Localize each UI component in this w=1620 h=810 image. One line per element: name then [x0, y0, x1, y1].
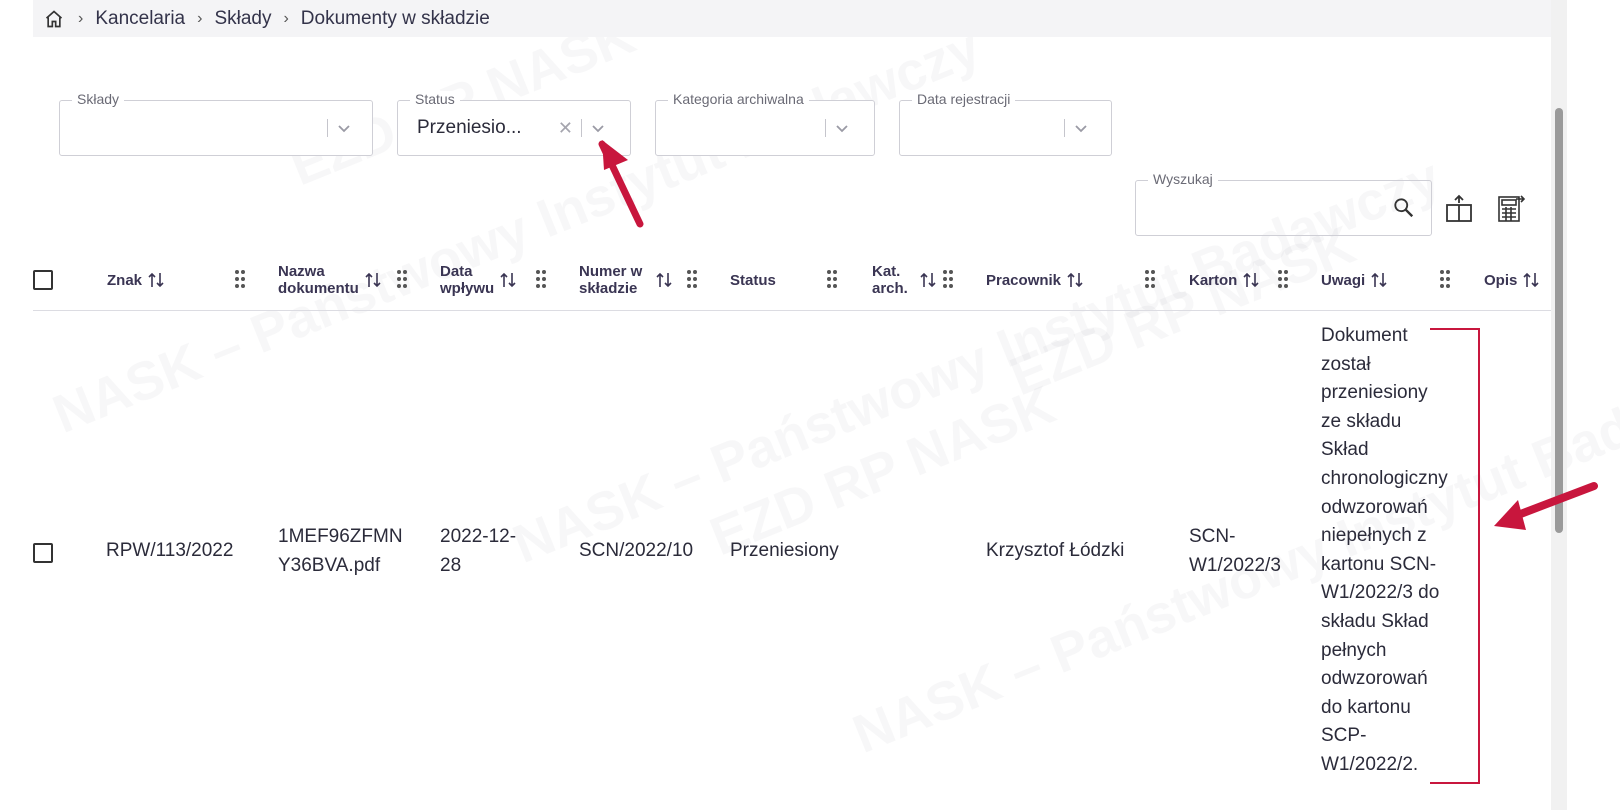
- chevron-down-icon[interactable]: [336, 120, 352, 136]
- sort-icon[interactable]: [1243, 271, 1259, 289]
- sort-icon[interactable]: [656, 271, 672, 289]
- column-header-label: Opis: [1484, 271, 1518, 289]
- drag-handle-icon[interactable]: [1145, 269, 1155, 289]
- status-select[interactable]: Status Przeniesio... ✕: [397, 91, 631, 156]
- column-header-znak[interactable]: Znak: [107, 250, 164, 310]
- sort-icon[interactable]: [500, 271, 516, 289]
- calculator-export-icon[interactable]: [1496, 193, 1526, 223]
- row-checkbox[interactable]: [33, 543, 53, 563]
- drag-handle-icon[interactable]: [397, 269, 407, 289]
- cell-znak: RPW/113/2022: [106, 540, 234, 561]
- sort-icon[interactable]: [920, 271, 936, 289]
- drag-handle-icon[interactable]: [1278, 269, 1288, 289]
- watermark: EZD RP NASK: [1002, 214, 1364, 408]
- breadcrumb-separator: ›: [283, 9, 289, 27]
- cell-pracownik: Krzysztof Łódzki: [986, 540, 1125, 561]
- sort-icon[interactable]: [365, 271, 381, 289]
- drag-handle-icon[interactable]: [687, 269, 697, 289]
- watermark: NASK – Państwowy Instytut Badawczy: [44, 17, 989, 445]
- column-header-label: Uwagi: [1321, 271, 1366, 289]
- column-header-label: Pracownik: [986, 271, 1062, 289]
- column-header-uwagi[interactable]: Uwagi: [1321, 250, 1387, 310]
- chevron-down-icon[interactable]: [834, 120, 850, 136]
- column-header-label: Status: [730, 271, 776, 289]
- breadcrumb-item-current: Dokumenty w składzie: [300, 7, 490, 29]
- annotation-arrow-icon: [598, 140, 644, 228]
- column-header-label: Data wpływu: [440, 263, 495, 297]
- column-header-nazwa[interactable]: Nazwa dokumentu: [278, 250, 381, 310]
- kategoria-label: Kategoria archiwalna: [668, 91, 809, 107]
- column-header-label: Karton: [1189, 271, 1238, 289]
- search-icon[interactable]: [1393, 197, 1415, 219]
- cell-nazwa[interactable]: 1MEF96ZFMN Y36BVA.pdf: [278, 522, 403, 580]
- data-rejestracji-select[interactable]: Data rejestracji: [899, 91, 1112, 156]
- sort-icon[interactable]: [1523, 271, 1539, 289]
- column-header-opis[interactable]: Opis: [1484, 250, 1539, 310]
- home-icon[interactable]: [44, 8, 66, 30]
- export-icon[interactable]: [1444, 193, 1474, 223]
- column-header-label: Nazwa dokumentu: [278, 263, 359, 297]
- breadcrumb-separator: ›: [78, 9, 84, 27]
- cell-status: Przeniesiony: [730, 540, 839, 561]
- status-label: Status: [410, 91, 460, 107]
- cell-karton: SCN- W1/2022/3: [1189, 526, 1281, 576]
- annotation-arrow-icon: [1494, 482, 1598, 530]
- column-header-label: Numer w składzie: [579, 263, 643, 297]
- drag-handle-icon[interactable]: [235, 269, 245, 289]
- clear-icon[interactable]: ✕: [558, 118, 573, 139]
- drag-handle-icon[interactable]: [827, 269, 837, 289]
- column-header-data[interactable]: Data wpływu: [440, 250, 516, 310]
- kategoria-select[interactable]: Kategoria archiwalna: [655, 91, 875, 156]
- data-rejestracji-label: Data rejestracji: [912, 91, 1016, 107]
- drag-handle-icon[interactable]: [943, 269, 953, 289]
- drag-handle-icon[interactable]: [1440, 269, 1450, 289]
- column-header-pracownik[interactable]: Pracownik: [986, 250, 1083, 310]
- sort-icon[interactable]: [1067, 271, 1083, 289]
- column-header-karton[interactable]: Karton: [1189, 250, 1259, 310]
- column-header-label: Kat. arch.: [872, 263, 908, 297]
- column-header-numer[interactable]: Numer w składzie: [579, 250, 672, 310]
- sort-icon[interactable]: [1371, 271, 1387, 289]
- chevron-down-icon[interactable]: [1073, 120, 1089, 136]
- column-header-kat-arch[interactable]: Kat. arch.: [872, 250, 936, 310]
- scrollbar-thumb[interactable]: [1555, 108, 1563, 533]
- cell-numer: SCN/2022/10: [579, 540, 694, 561]
- search-label: Wyszukaj: [1148, 171, 1218, 187]
- breadcrumb-item-kancelaria[interactable]: Kancelaria: [95, 8, 185, 30]
- breadcrumb-separator: ›: [197, 9, 203, 27]
- sklady-select[interactable]: Składy: [59, 91, 373, 156]
- column-header-label: Znak: [107, 271, 143, 289]
- drag-handle-icon[interactable]: [536, 269, 546, 289]
- table-header: Znak Nazwa dokumentu Data wpływu Numer w sk…: [33, 250, 1551, 311]
- search-input[interactable]: Wyszukaj: [1135, 171, 1432, 236]
- breadcrumb: › Kancelaria › Składy › Dokumenty w skła…: [33, 0, 1551, 37]
- annotation-bracket: [1430, 328, 1480, 784]
- cell-data: 2022-12- 28: [440, 526, 517, 576]
- breadcrumb-item-sklady[interactable]: Składy: [214, 8, 271, 30]
- sklady-label: Składy: [72, 91, 125, 107]
- chevron-down-icon[interactable]: [590, 120, 606, 136]
- status-value: Przeniesio...: [417, 117, 522, 138]
- select-all-checkbox[interactable]: [33, 270, 53, 290]
- sort-icon[interactable]: [148, 271, 164, 289]
- column-header-status[interactable]: Status: [730, 250, 776, 310]
